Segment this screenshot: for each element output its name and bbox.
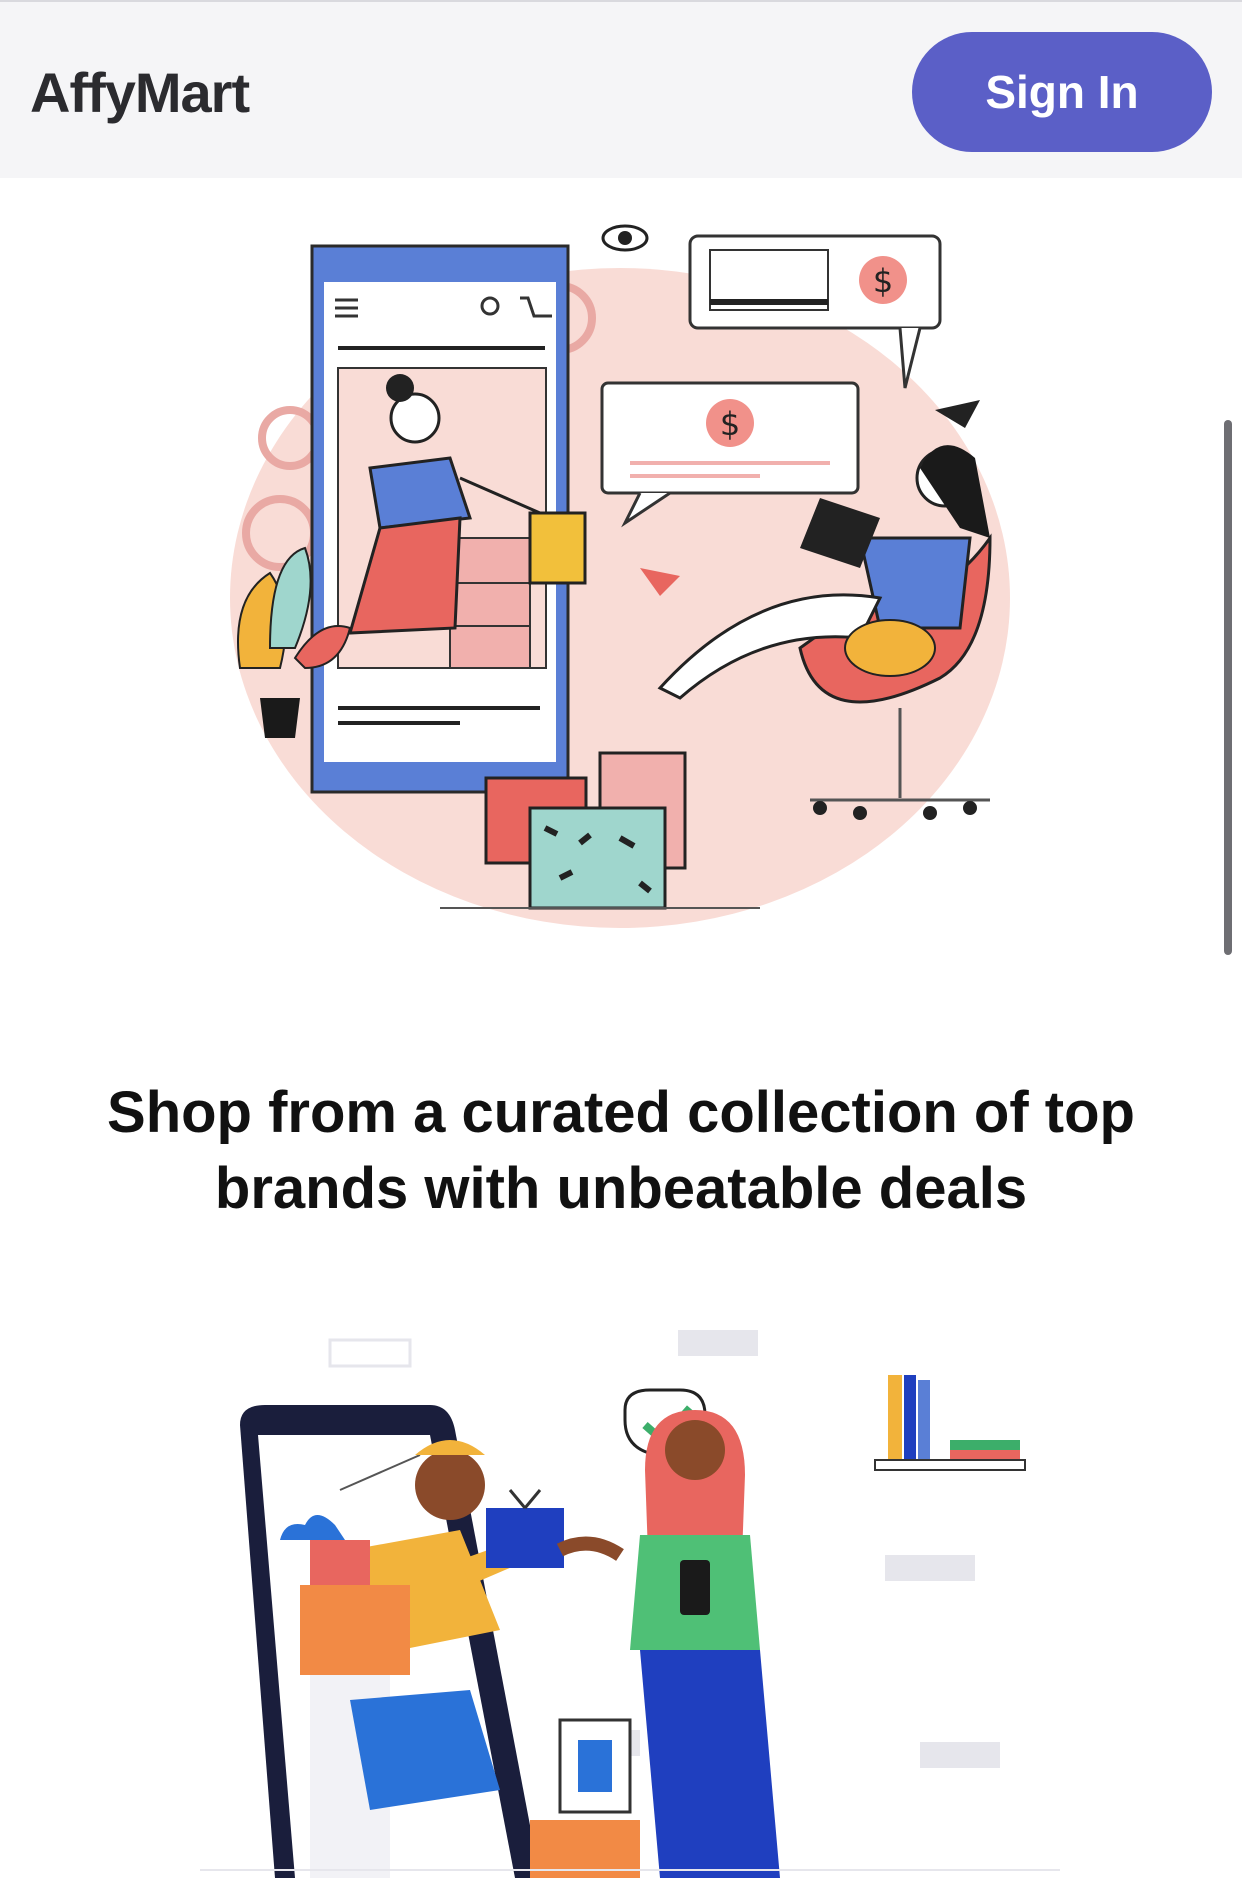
- vertical-scrollbar[interactable]: [1224, 420, 1232, 955]
- delivery-handoff-illustration: [200, 1330, 1060, 1878]
- online-shopping-illustration: $ $: [230, 224, 1010, 928]
- top-bar: AffyMart Sign In: [0, 0, 1242, 178]
- hero-tagline: Shop from a curated collection of top br…: [107, 1080, 1135, 1221]
- sign-in-button[interactable]: Sign In: [912, 32, 1212, 152]
- svg-text:$: $: [720, 405, 740, 443]
- brand-logo[interactable]: AffyMart: [30, 60, 250, 125]
- svg-text:$: $: [873, 262, 893, 300]
